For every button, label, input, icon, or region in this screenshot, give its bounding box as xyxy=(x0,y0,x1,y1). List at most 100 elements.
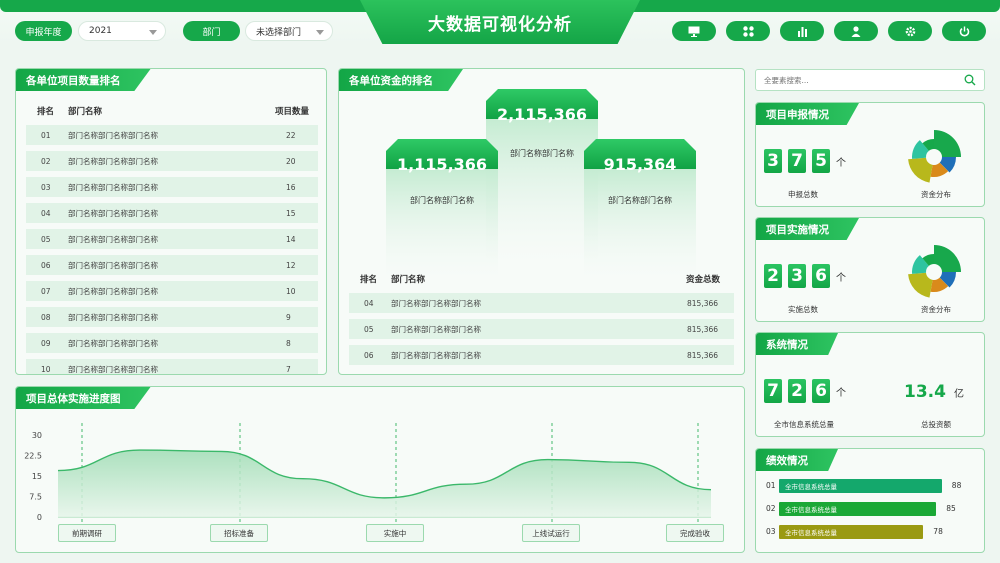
header-name: 部门名称 xyxy=(391,275,426,285)
digit: 7 xyxy=(788,149,806,173)
unit-label: 个 xyxy=(836,272,846,284)
year-select[interactable]: 2021 xyxy=(78,21,166,41)
y-tick-label: 15 xyxy=(32,472,42,481)
table-row: 02 部门名称部门名称部门名称 20 xyxy=(26,151,318,171)
row-name: 部门名称部门名称部门名称 xyxy=(68,156,158,166)
row-count: 12 xyxy=(286,260,296,270)
milestone-4[interactable]: 上线试运行 xyxy=(522,524,580,542)
grid-button[interactable] xyxy=(726,21,770,41)
row-name: 部门名称部门名称部门名称 xyxy=(68,182,158,192)
y-tick-label: 30 xyxy=(32,431,42,440)
row-count: 16 xyxy=(286,182,296,192)
system-panel: 系统情况 7 2 6 个 全市信息系统总量 13.4 亿 总投资额 xyxy=(755,332,985,437)
header-count: 项目数量 xyxy=(275,107,310,117)
power-button[interactable] xyxy=(942,21,986,41)
search-input[interactable] xyxy=(764,73,954,87)
row-count: 22 xyxy=(286,130,296,140)
row-count: 7 xyxy=(286,364,291,374)
grid-icon xyxy=(742,25,754,37)
row-rank: 06 xyxy=(41,260,51,270)
row-count: 8 xyxy=(286,338,291,348)
table-row: 08 部门名称部门名称部门名称 9 xyxy=(26,307,318,327)
perf-bar: 全市信息系统总量 xyxy=(779,502,937,516)
row-name: 部门名称部门名称部门名称 xyxy=(391,350,481,360)
app-title: 大数据可视化分析 xyxy=(360,0,640,44)
fund-donut-chart xyxy=(908,130,961,183)
table-row: 07 部门名称部门名称部门名称 10 xyxy=(26,281,318,301)
digit: 6 xyxy=(812,379,830,403)
digit: 6 xyxy=(812,264,830,288)
row-name: 部门名称部门名称部门名称 xyxy=(68,208,158,218)
header-amount: 资金总数 xyxy=(686,275,721,285)
settings-button[interactable] xyxy=(888,21,932,41)
milestone-5[interactable]: 完成验收 xyxy=(666,524,724,542)
chevron-down-icon xyxy=(149,30,157,35)
count-label: 全市信息系统总量 xyxy=(774,420,834,429)
monitor-button[interactable] xyxy=(672,21,716,41)
panel-title: 项目实施情况 xyxy=(756,218,859,240)
row-rank: 07 xyxy=(41,286,51,296)
podium-name-1: 部门名称部门名称 xyxy=(510,149,574,158)
row-rank: 02 xyxy=(41,156,51,166)
row-rank: 05 xyxy=(364,324,374,334)
row-rank: 08 xyxy=(41,312,51,322)
row-rank: 09 xyxy=(41,338,51,348)
y-tick-label: 0 xyxy=(37,513,42,522)
podium-name-3: 部门名称部门名称 xyxy=(608,196,672,205)
invest-amount: 13.4 亿 xyxy=(904,382,964,402)
header-rank: 排名 xyxy=(360,275,378,285)
bar-chart-button[interactable] xyxy=(780,21,824,41)
dept-select[interactable]: 未选择部门 xyxy=(245,21,333,41)
row-count: 20 xyxy=(286,156,296,166)
count-label: 申报总数 xyxy=(788,190,818,199)
invest-unit: 亿 xyxy=(953,389,964,400)
donut-segment xyxy=(934,245,961,272)
digit: 5 xyxy=(812,149,830,173)
panel-title: 绩效情况 xyxy=(756,449,838,471)
milestone-3[interactable]: 实施中 xyxy=(366,524,424,542)
search-box[interactable] xyxy=(755,69,985,91)
table-row: 05 部门名称部门名称部门名称 815,366 xyxy=(349,319,734,339)
row-amount: 815,366 xyxy=(687,324,719,334)
milestone-2[interactable]: 招标准备 xyxy=(210,524,268,542)
row-rank: 04 xyxy=(364,298,374,308)
row-count: 9 xyxy=(286,312,291,322)
row-name: 部门名称部门名称部门名称 xyxy=(68,286,158,296)
milestone-1[interactable]: 前期调研 xyxy=(58,524,116,542)
header-rank: 排名 xyxy=(37,107,55,117)
podium-value-2: 1,115,366 xyxy=(396,155,488,174)
perf-bar: 全市信息系统总量 xyxy=(779,479,942,493)
gear-icon xyxy=(905,26,915,36)
count-label: 实施总数 xyxy=(788,305,818,314)
invest-value: 13.4 xyxy=(904,382,946,402)
implement-panel: 项目实施情况 2 3 6 个 实施总数 资金分布 xyxy=(755,217,985,322)
row-name: 部门名称部门名称部门名称 xyxy=(68,338,158,348)
monitor-icon xyxy=(688,26,700,37)
perf-index: 01 xyxy=(766,481,776,490)
row-count: 14 xyxy=(286,234,296,244)
y-tick-label: 7.5 xyxy=(29,493,42,502)
table-row: 09 部门名称部门名称部门名称 8 xyxy=(26,333,318,353)
podium-name-2: 部门名称部门名称 xyxy=(410,196,474,205)
year-filter-label: 申报年度 xyxy=(15,21,72,41)
table-row: 06 部门名称部门名称部门名称 12 xyxy=(26,255,318,275)
row-rank: 01 xyxy=(41,130,51,140)
row-rank: 06 xyxy=(364,350,374,360)
table-row: 01 部门名称部门名称部门名称 22 xyxy=(26,125,318,145)
table-row: 05 部门名称部门名称部门名称 14 xyxy=(26,229,318,249)
digit: 3 xyxy=(764,149,782,173)
row-count: 10 xyxy=(286,286,296,296)
report-panel: 项目申报情况 3 7 5 个 申报总数 资金分布 xyxy=(755,102,985,207)
report-count: 3 7 5 个 xyxy=(764,149,846,173)
search-icon[interactable] xyxy=(964,74,976,86)
perf-value: 85 xyxy=(946,504,956,513)
row-name: 部门名称部门名称部门名称 xyxy=(391,324,481,334)
digit: 2 xyxy=(764,264,782,288)
fund-donut-chart xyxy=(908,245,961,298)
digit: 7 xyxy=(764,379,782,403)
implement-count: 2 3 6 个 xyxy=(764,264,846,288)
user-button[interactable] xyxy=(834,21,878,41)
perf-index: 03 xyxy=(766,527,776,536)
project-rank-panel: 各单位项目数量排名 排名 部门名称 项目数量 01 部门名称部门名称部门名称 22 0… xyxy=(15,68,327,375)
power-icon xyxy=(959,26,969,37)
